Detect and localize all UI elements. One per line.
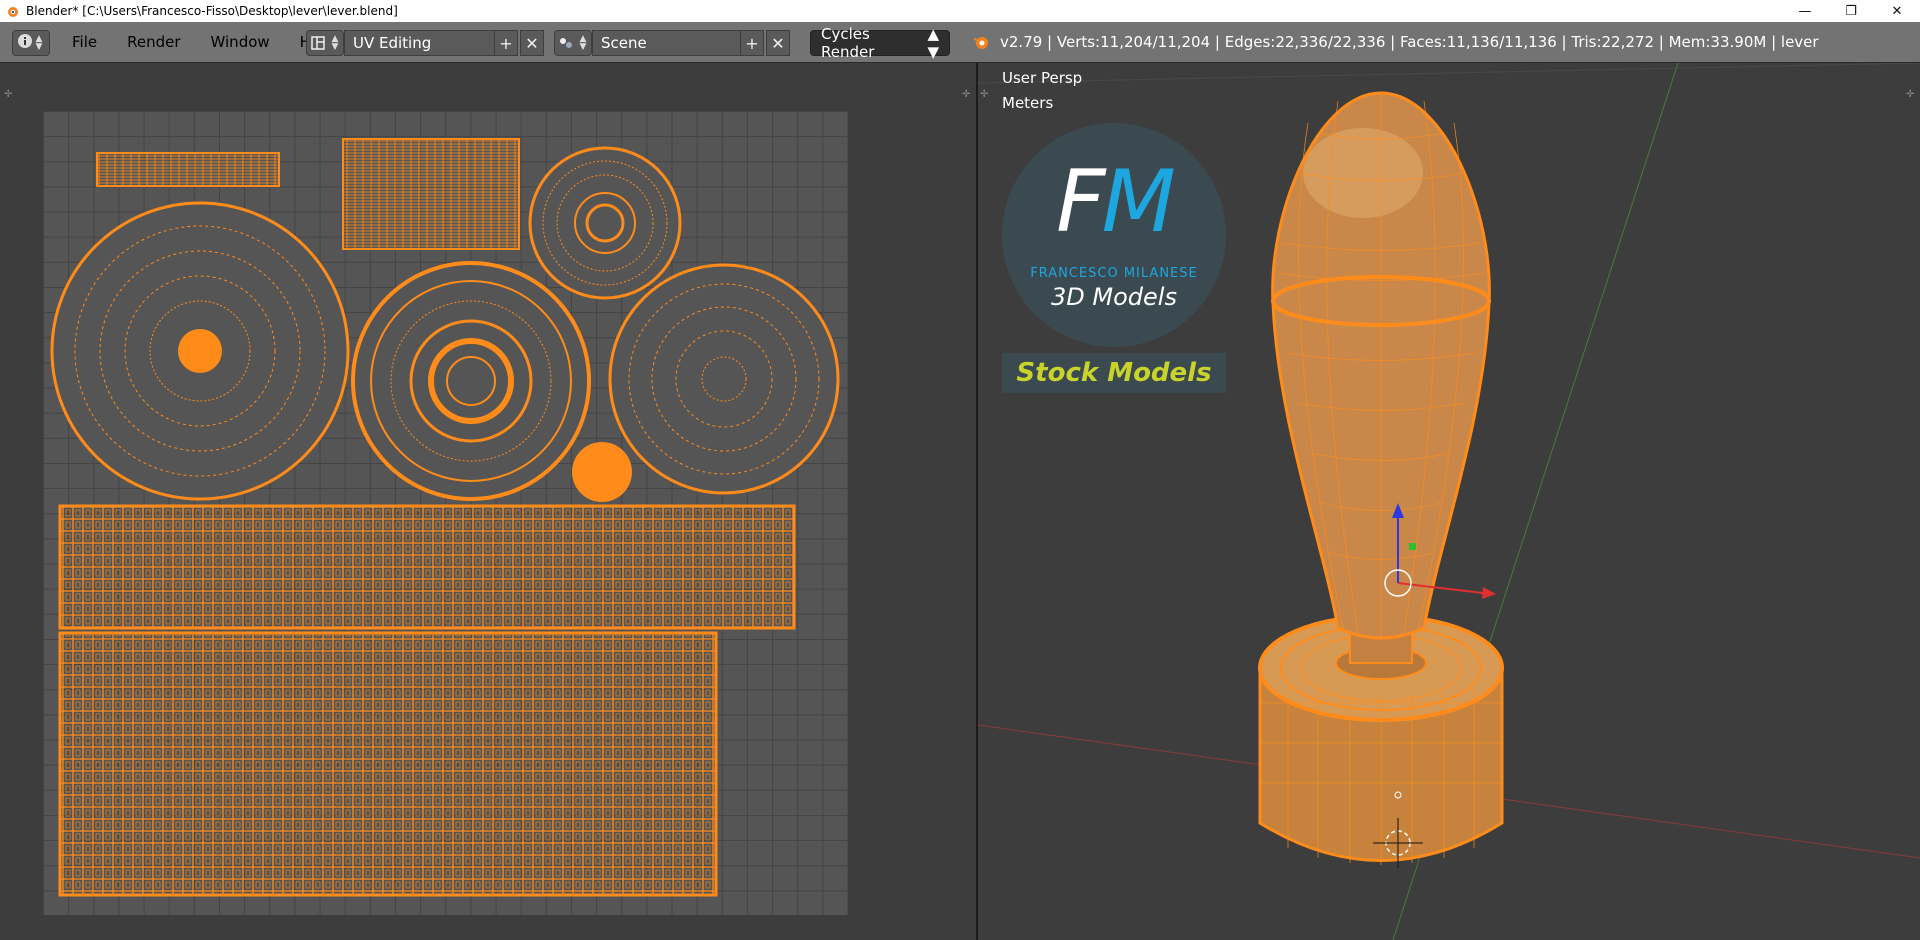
menu-bar: File Render Window Help <box>64 30 342 54</box>
blender-logo-icon <box>4 3 20 19</box>
render-engine-label: Cycles Render <box>821 25 875 61</box>
x-icon: ✕ <box>771 33 785 53</box>
editor-type-selector[interactable]: ▲ ▼ <box>12 30 50 56</box>
fm-letters: FM <box>1056 152 1176 252</box>
uv-island-strip[interactable] <box>96 152 280 187</box>
info-icon <box>17 33 33 53</box>
restore-button[interactable]: ❐ <box>1828 0 1874 22</box>
scene-field[interactable]: Scene <box>592 30 748 56</box>
updown-arrows-icon: ▲ ▼ <box>35 34 43 52</box>
fm-logo: FM FRANCESCO MILANESE 3D Models <box>1002 123 1226 351</box>
fm-name: FRANCESCO MILANESE <box>1030 266 1198 281</box>
lever-mesh[interactable] <box>1258 91 1504 865</box>
updown-arrows-icon: ▲ ▼ <box>579 34 587 52</box>
uv-island-disc[interactable] <box>608 263 840 495</box>
uv-island-donut[interactable] <box>351 261 591 501</box>
menu-render[interactable]: Render <box>119 33 188 51</box>
screen-layout-browse[interactable]: ▲ ▼ <box>306 30 344 56</box>
uv-island-body-rect[interactable] <box>58 631 718 897</box>
menu-file[interactable]: File <box>64 33 105 51</box>
scene-icon <box>555 32 577 54</box>
info-header: ▲▼ File Render Window Help ▲▼ UV Editing… <box>0 22 1920 63</box>
uv-grid[interactable] <box>43 111 848 915</box>
fm-tagline: 3D Models <box>1051 283 1177 311</box>
stock-models-badge: Stock Models <box>1002 353 1226 393</box>
uv-image-editor[interactable]: ✛ ✛ <box>0 63 976 940</box>
remove-scene-button[interactable]: ✕ <box>766 30 790 56</box>
3d-viewport[interactable]: ✛ ✛ User Persp Meters FM FRANCESCO MILAN… <box>978 63 1920 940</box>
area-split-corner[interactable]: ✛ <box>962 89 972 100</box>
render-engine-dropdown[interactable]: Cycles Render ▲ ▼ <box>810 25 950 61</box>
menu-window[interactable]: Window <box>203 33 278 51</box>
screen-layout-field[interactable]: UV Editing <box>344 30 500 56</box>
plus-icon: + <box>745 33 759 53</box>
uv-island-body-strip[interactable] <box>58 504 796 630</box>
scene-browse[interactable]: ▲ ▼ <box>554 30 592 56</box>
window-title: Blender* [C:\Users\Francesco-Fisso\Deskt… <box>26 4 398 18</box>
units-label: Meters <box>1002 94 1054 112</box>
updown-arrows-icon: ▲ ▼ <box>331 34 339 52</box>
remove-screen-button[interactable]: ✕ <box>520 30 544 56</box>
view-perspective-label: User Persp <box>1002 69 1083 87</box>
scene-statistics: v2.79 | Verts:11,204/11,204 | Edges:22,3… <box>1000 33 1819 51</box>
x-icon: ✕ <box>525 33 539 53</box>
blender-engine-icon <box>972 30 990 54</box>
uv-islands <box>50 138 840 897</box>
close-button[interactable]: ✕ <box>1874 0 1920 22</box>
uv-island-ring-small[interactable] <box>528 146 682 300</box>
title-bar: Blender* [C:\Users\Francesco-Fisso\Deskt… <box>0 0 1920 22</box>
add-scene-button[interactable]: + <box>740 30 764 56</box>
plus-icon: + <box>499 33 513 53</box>
layout-icon <box>307 32 329 54</box>
minimize-button[interactable]: — <box>1782 0 1828 22</box>
uv-island-dome[interactable] <box>50 201 350 501</box>
area-split-corner[interactable]: ✛ <box>4 89 14 100</box>
uv-island-strip[interactable] <box>342 138 520 250</box>
uv-island-cap[interactable] <box>572 442 632 502</box>
add-screen-button[interactable]: + <box>494 30 518 56</box>
updown-arrows-icon: ▲ ▼ <box>927 25 939 61</box>
